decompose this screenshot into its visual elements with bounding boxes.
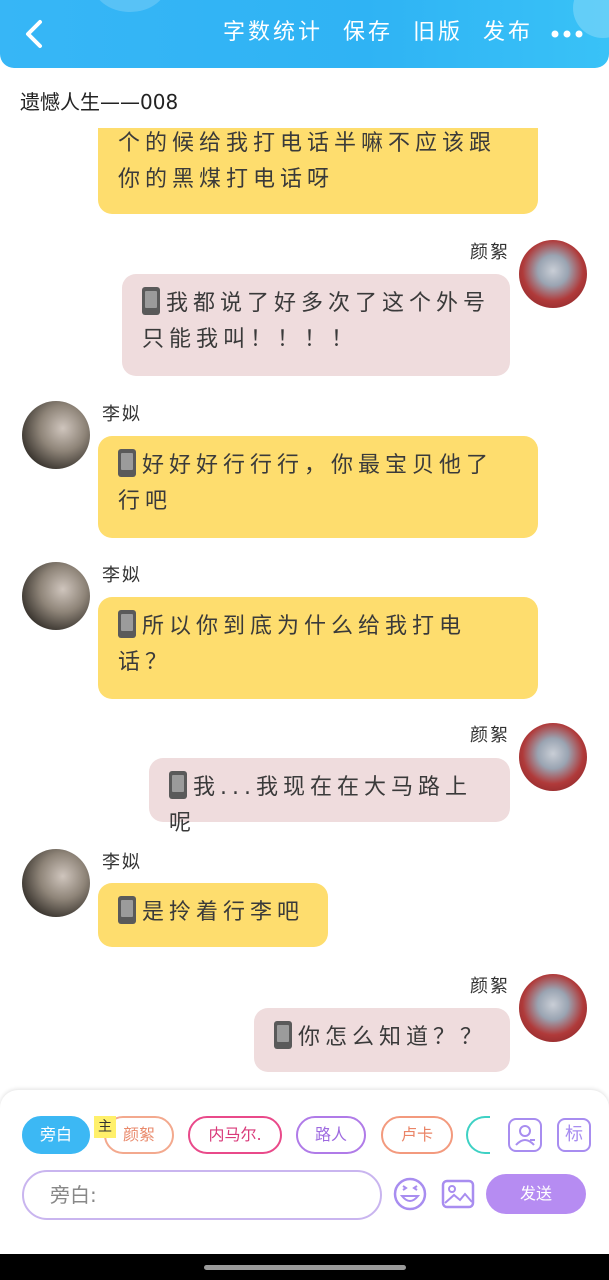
- phone-icon: [169, 771, 187, 799]
- message-text: 你怎么知道？？: [298, 1025, 488, 1050]
- message-input[interactable]: 旁白:: [22, 1170, 382, 1220]
- message-text: 个的候给我打电话半嘛不应该跟你的黑煤打电话呀: [118, 131, 497, 192]
- avatar[interactable]: [22, 849, 90, 917]
- home-indicator[interactable]: [204, 1265, 406, 1270]
- publish-button[interactable]: 发布: [483, 18, 533, 48]
- top-actions: 字数统计 保存 旧版 发布: [223, 18, 533, 48]
- avatar[interactable]: [22, 401, 90, 469]
- old-version-button[interactable]: 旧版: [413, 18, 463, 48]
- message-bubble[interactable]: 是拎着行李吧: [98, 883, 328, 947]
- phone-icon: [118, 610, 136, 638]
- page-title: 遗憾人生——008: [20, 90, 179, 114]
- message-text: 我...我现在在大马路上呢: [169, 775, 472, 836]
- role-chip[interactable]: [466, 1116, 490, 1154]
- message-bubble[interactable]: 我...我现在在大马路上呢: [149, 758, 510, 836]
- decorative-circle: [92, 0, 168, 12]
- message-bubble[interactable]: 我都说了好多次了这个外号只能我叫！！！！: [122, 274, 510, 376]
- avatar[interactable]: [519, 974, 587, 1042]
- avatar[interactable]: [22, 562, 90, 630]
- chat-area[interactable]: 个的候给我打电话半嘛不应该跟你的黑煤打电话呀 颜絮 我都说了好多次了这个外号只能…: [0, 128, 609, 1090]
- send-button[interactable]: 发送: [486, 1174, 586, 1214]
- save-button[interactable]: 保存: [343, 18, 393, 48]
- message-bubble[interactable]: 所以你到底为什么给我打电话？: [98, 597, 538, 699]
- top-bar: 字数统计 保存 旧版 发布: [0, 0, 609, 68]
- avatar[interactable]: [519, 723, 587, 791]
- phone-icon: [118, 449, 136, 477]
- tag-button[interactable]: 标: [557, 1118, 591, 1152]
- phone-icon: [274, 1021, 292, 1049]
- role-chip[interactable]: 内马尔.: [188, 1116, 282, 1154]
- speaker-name: 颜絮: [470, 242, 510, 263]
- role-chip-narrator[interactable]: 旁白: [22, 1116, 90, 1154]
- input-panel: 旁白 颜絮 主 内马尔. 路人 卢卡 标 旁白: 发送: [0, 1090, 609, 1254]
- speaker-name: 李姒: [102, 565, 142, 586]
- host-badge: 主: [94, 1116, 116, 1138]
- system-nav-bar: [0, 1254, 609, 1280]
- message-bubble[interactable]: 个的候给我打电话半嘛不应该跟你的黑煤打电话呀: [98, 128, 538, 214]
- emoji-icon[interactable]: [392, 1176, 428, 1212]
- role-chip[interactable]: 卢卡: [381, 1116, 453, 1154]
- more-icon[interactable]: [549, 24, 585, 44]
- message-text: 所以你到底为什么给我打电话？: [118, 614, 467, 675]
- avatar[interactable]: [519, 240, 587, 308]
- message-text: 我都说了好多次了这个外号只能我叫！！！！: [142, 291, 491, 352]
- message-text: 好好好行行行，你最宝贝他了行吧: [118, 453, 494, 514]
- message-bubble[interactable]: 你怎么知道？？: [254, 1008, 510, 1072]
- contact-icon[interactable]: [508, 1118, 542, 1152]
- speaker-name: 李姒: [102, 404, 142, 425]
- speaker-name: 颜絮: [470, 725, 510, 746]
- word-count-button[interactable]: 字数统计: [223, 18, 323, 48]
- phone-icon: [142, 287, 160, 315]
- phone-icon: [118, 896, 136, 924]
- message-text: 是拎着行李吧: [142, 900, 305, 925]
- speaker-name: 颜絮: [470, 976, 510, 997]
- role-chip[interactable]: 路人: [296, 1116, 366, 1154]
- message-bubble[interactable]: 好好好行行行，你最宝贝他了行吧: [98, 436, 538, 538]
- back-arrow-icon[interactable]: [14, 14, 54, 54]
- speaker-name: 李姒: [102, 852, 142, 873]
- image-icon[interactable]: [440, 1176, 476, 1212]
